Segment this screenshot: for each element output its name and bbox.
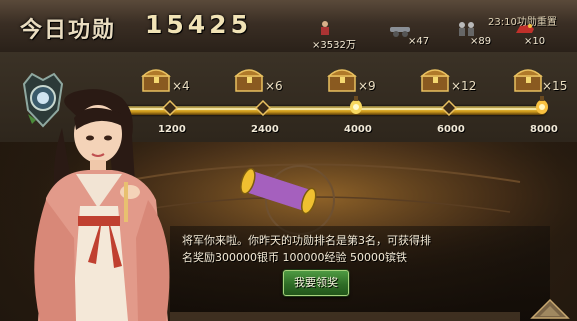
chest-count: ×12 bbox=[451, 79, 477, 93]
merit-panel: 今日功勋 15425 23:10功勋重置 ×3532万 ×47 ×89 ×10 … bbox=[0, 0, 577, 321]
dialog-text-line2: 名奖励300000银币 100000经验 50000镔铁 bbox=[182, 251, 407, 264]
treasure-chest-icon[interactable] bbox=[512, 64, 546, 94]
milestone-node bbox=[441, 100, 457, 116]
treasure-chest-icon[interactable] bbox=[326, 64, 360, 94]
cannon-icon bbox=[390, 27, 410, 37]
npc-portrait bbox=[34, 89, 170, 321]
resource-value: ×10 bbox=[524, 36, 546, 47]
bottom-strip bbox=[170, 312, 520, 321]
infantry-icon bbox=[459, 22, 474, 36]
header-bar: 今日功勋 15425 23:10功勋重置 ×3532万 ×47 ×89 ×10 bbox=[0, 0, 577, 54]
treasure-chest-icon[interactable] bbox=[233, 64, 267, 94]
milestone-threshold: 6000 bbox=[437, 124, 465, 135]
chest-count: ×15 bbox=[542, 79, 568, 93]
milestone-threshold: 8000 bbox=[530, 124, 558, 135]
scroll-reward-icon bbox=[240, 168, 317, 215]
chest-count: ×6 bbox=[265, 79, 283, 93]
milestone-threshold: 4000 bbox=[344, 124, 372, 135]
soldier-icon bbox=[321, 21, 329, 35]
resource-value: ×47 bbox=[408, 36, 430, 47]
dialog-text-line1: 将军你来啦。你昨天的功勋排名是第3名，可获得排 bbox=[182, 234, 431, 247]
milestone-node bbox=[255, 100, 271, 116]
cavalry-icon bbox=[516, 24, 534, 33]
page-title: 今日功勋 bbox=[20, 18, 117, 43]
merit-score: 15425 bbox=[145, 10, 252, 39]
resource-value: ×89 bbox=[470, 36, 492, 47]
resource-value: ×3532万 bbox=[312, 40, 356, 51]
claim-reward-button[interactable]: 我要领奖 bbox=[283, 270, 349, 296]
scroll-up-icon[interactable] bbox=[528, 294, 572, 321]
chest-count: ×9 bbox=[358, 79, 376, 93]
lantern-node-icon bbox=[536, 96, 548, 114]
lantern-node-icon bbox=[350, 96, 362, 114]
milestone-threshold: 2400 bbox=[251, 124, 279, 135]
treasure-chest-icon[interactable] bbox=[419, 64, 453, 94]
